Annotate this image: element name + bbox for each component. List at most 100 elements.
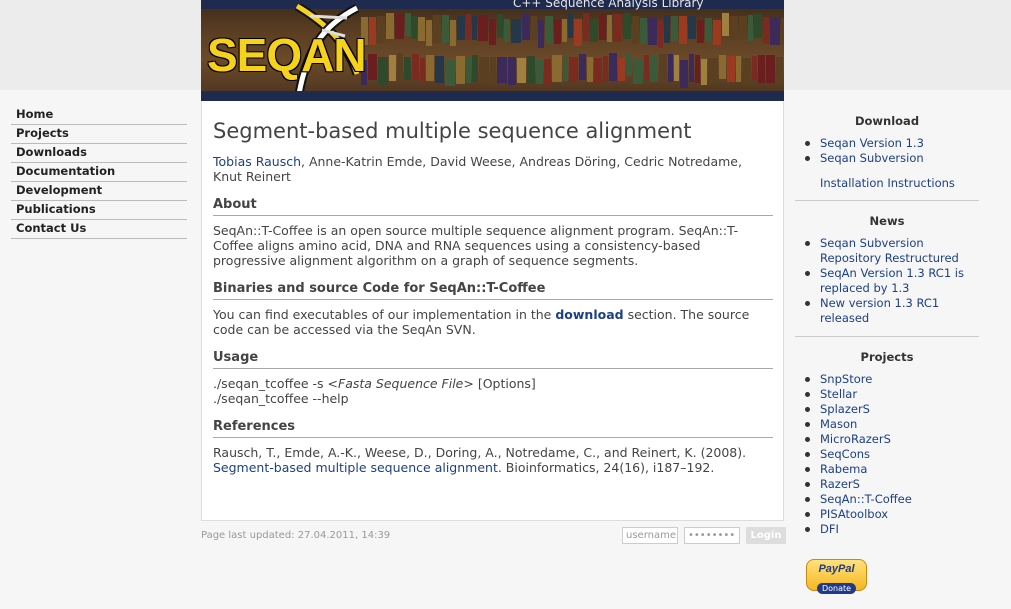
book-spine xyxy=(705,18,712,42)
news-item[interactable]: Seqan Subversion Repository Restructured xyxy=(805,236,979,266)
book-spine xyxy=(420,58,425,81)
usage-line-1: ./seqan_tcoffee -s <Fasta Sequence File>… xyxy=(213,376,773,391)
nav-item-home[interactable]: Home xyxy=(11,106,187,125)
main-content: Segment-based multiple sequence alignmen… xyxy=(201,101,784,521)
book-spine xyxy=(697,20,704,43)
book-spine xyxy=(554,19,561,44)
book-spine xyxy=(489,19,496,45)
book-spine xyxy=(632,16,639,44)
book-spine xyxy=(472,55,478,82)
nav-item-publications[interactable]: Publications xyxy=(11,201,187,220)
book-spine xyxy=(680,60,688,88)
book-spine xyxy=(607,15,612,42)
right-sidebar: Download Seqan Version 1.3 Seqan Subvers… xyxy=(795,101,979,537)
nav-item-documentation[interactable]: Documentation xyxy=(11,163,187,182)
book-spine xyxy=(377,16,385,43)
project-item[interactable]: MicroRazerS xyxy=(805,432,979,447)
book-spine xyxy=(412,16,417,39)
main-nav: Home Projects Downloads Documentation De… xyxy=(11,106,187,239)
references-heading: References xyxy=(213,419,773,438)
book-spine xyxy=(544,59,551,85)
author-link[interactable]: Tobias Rausch xyxy=(213,154,301,169)
book-spine xyxy=(552,55,562,82)
book-spine xyxy=(633,59,643,84)
paypal-donate-button[interactable]: PayPal Donate xyxy=(806,559,867,594)
installation-link[interactable]: Installation Instructions xyxy=(795,176,979,190)
nav-item-development[interactable]: Development xyxy=(11,182,187,201)
usage-heading: Usage xyxy=(213,350,773,369)
book-spine xyxy=(378,57,388,85)
book-spine xyxy=(478,15,488,41)
book-spine xyxy=(679,16,687,44)
book-spine xyxy=(527,56,535,84)
bookshelf-image xyxy=(361,9,784,91)
book-spine xyxy=(748,15,753,41)
book-spine xyxy=(445,60,455,86)
book-spine xyxy=(599,13,606,40)
book-spine xyxy=(668,54,673,82)
book-spine xyxy=(689,54,694,82)
header-banner: C++ Sequence Analysis Library SEQAN xyxy=(201,0,784,101)
book-spine xyxy=(695,55,700,83)
project-item[interactable]: RazerS xyxy=(805,477,979,492)
book-spine xyxy=(504,19,510,42)
book-spine xyxy=(594,58,602,84)
book-spine xyxy=(426,20,432,46)
book-spine xyxy=(640,18,647,44)
download-item[interactable]: Seqan Subversion xyxy=(805,151,979,166)
book-spine xyxy=(404,57,411,80)
reference-text: Rausch, T., Emde, A.-K., Weese, D., Dori… xyxy=(213,445,773,475)
usage-line-2: ./seqan_tcoffee --help xyxy=(213,391,349,406)
book-spine xyxy=(397,53,403,81)
book-spine xyxy=(568,14,573,38)
username-input[interactable]: username xyxy=(622,527,678,544)
project-item[interactable]: SeqCons xyxy=(805,447,979,462)
book-spine xyxy=(583,13,589,41)
book-spine xyxy=(609,53,617,81)
nav-item-downloads[interactable]: Downloads xyxy=(11,144,187,163)
book-spine xyxy=(538,20,544,48)
book-spine xyxy=(742,58,751,85)
news-item[interactable]: New version 1.3 RC1 released xyxy=(805,296,979,326)
book-spine xyxy=(426,55,434,81)
project-item[interactable]: Rabema xyxy=(805,462,979,477)
project-item[interactable]: DFI xyxy=(805,522,979,537)
project-item[interactable]: SplazerS xyxy=(805,402,979,417)
book-spine xyxy=(736,56,741,82)
reference-before: Rausch, T., Emde, A.-K., Weese, D., Dori… xyxy=(213,445,747,460)
book-spine xyxy=(466,14,471,40)
download-item[interactable]: Seqan Version 1.3 xyxy=(805,136,979,151)
project-item[interactable]: Stellar xyxy=(805,387,979,402)
news-item[interactable]: SeqAn Version 1.3 RC1 is replaced by 1.3 xyxy=(805,266,979,296)
book-spine xyxy=(531,16,537,40)
seqan-logo[interactable]: SEQAN xyxy=(207,28,367,82)
project-item[interactable]: SnpStore xyxy=(805,372,979,387)
book-spine xyxy=(752,56,757,80)
login-button[interactable]: Login xyxy=(746,527,786,544)
book-spine xyxy=(770,17,780,45)
book-spine xyxy=(644,55,649,80)
usage-arg: Fasta Sequence File xyxy=(338,376,464,391)
last-updated: Page last updated: 27.04.2011, 14:39 xyxy=(201,530,391,541)
book-spine xyxy=(497,14,503,38)
book-spine xyxy=(368,54,377,80)
book-spine xyxy=(569,57,578,82)
book-spine xyxy=(603,56,608,82)
book-spine xyxy=(536,60,543,84)
book-spine xyxy=(497,57,507,83)
news-heading: News xyxy=(869,214,905,228)
about-heading: About xyxy=(213,197,773,216)
book-spine xyxy=(442,15,449,43)
binaries-text-before: You can find executables of our implemen… xyxy=(213,307,556,322)
usage-suffix: > [Options] xyxy=(463,376,536,391)
project-item[interactable]: Mason xyxy=(805,417,979,432)
project-item[interactable]: SeqAn::T-Coffee xyxy=(805,492,979,507)
nav-item-contact[interactable]: Contact Us xyxy=(11,220,187,239)
download-link[interactable]: download xyxy=(555,307,623,322)
reference-link[interactable]: Segment-based multiple sequence alignmen… xyxy=(213,460,498,475)
project-item[interactable]: PISAtoolbox xyxy=(805,507,979,522)
password-input[interactable]: •••••••• xyxy=(684,527,740,544)
nav-item-projects[interactable]: Projects xyxy=(11,125,187,144)
reference-after: . Bioinformatics, 24(16), i187–192. xyxy=(497,460,715,475)
book-spine xyxy=(479,57,489,81)
